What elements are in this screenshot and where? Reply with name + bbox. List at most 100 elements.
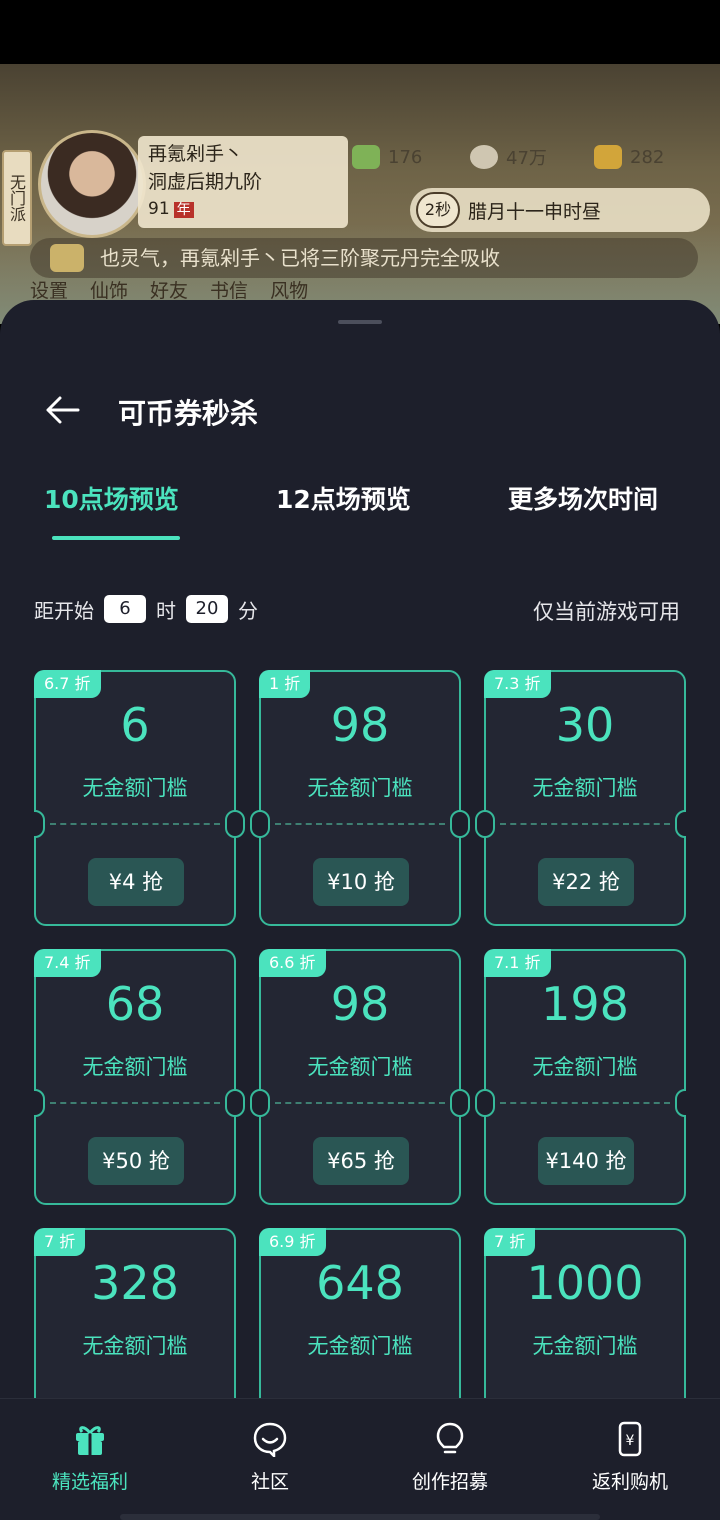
grab-button[interactable]: ¥4 抢 [88,858,184,906]
lightbulb-icon [436,1422,464,1454]
svg-text:¥: ¥ [626,1433,635,1449]
bell-icon [50,244,84,272]
countdown-prefix: 距开始 [34,598,94,623]
player-age-row: 91 年 [148,196,338,223]
coupon-condition: 无金额门槛 [532,776,638,800]
menu-settings[interactable]: 设置 [30,276,68,303]
grab-button[interactable]: ¥22 抢 [538,858,634,906]
leaf-icon [352,145,380,169]
nav-item-community[interactable]: 社区 [190,1421,350,1494]
coupon-card[interactable]: 6.6 折 98 无金额门槛 ¥65 抢 [250,949,470,1205]
nav-label: 精选福利 [51,1471,128,1493]
notice-banner: 也灵气，再氪剁手丶已将三阶聚元丹完全吸收 [30,238,698,278]
grab-button[interactable]: ¥65 抢 [313,1137,409,1185]
grab-button[interactable]: ¥10 抢 [313,858,409,906]
coupon-card[interactable]: 7 折 1000 无金额门槛 [484,1228,686,1400]
tab-10-oclock[interactable]: 10点场预览 [44,480,179,516]
community-icon [253,1422,287,1457]
coupon-grid: 6.7 折 6 无金额门槛 ¥4 抢 1 折 98 无金额门槛 ¥10 抢 7.… [34,670,686,1400]
coupon-condition: 无金额门槛 [82,776,188,800]
ticket-notch [34,810,45,838]
nav-item-creator[interactable]: 创作招募 [370,1421,530,1494]
coupon-amount: 198 [541,977,629,1031]
discount-badge: 7 折 [34,1228,86,1256]
coupon-condition: 无金额门槛 [307,1334,413,1358]
player-age: 91 [148,199,170,219]
bottom-nav: 精选福利 社区 创作招募 ¥ 返利购机 [0,1398,720,1520]
ticket-notch [225,810,245,838]
discount-badge: 7 折 [484,1228,536,1256]
coupon-amount: 68 [105,977,165,1031]
tab-more-times[interactable]: 更多场次时间 [508,480,658,516]
sect-tag[interactable]: 无门派 [2,150,32,246]
game-background: 无门派 再氪剁手丶 洞虚后期九阶 91 年 176 47万 282 2秒 腊月十一… [0,64,720,324]
discount-badge: 6.9 折 [259,1228,326,1256]
ticket-notch [450,810,470,838]
ticket-notch [450,1089,470,1117]
coupon-card[interactable]: 7.1 折 198 无金额门槛 ¥140 抢 [475,949,686,1205]
ticket-divider [500,1102,670,1104]
grab-button[interactable]: ¥140 抢 [538,1137,634,1185]
coupon-condition: 无金额门槛 [307,776,413,800]
player-nameplate[interactable]: 再氪剁手丶 洞虚后期九阶 91 年 [138,136,348,228]
ticket-divider [50,1102,220,1104]
game-time-bar: 2秒 腊月十一申时昼 [410,188,710,232]
ticket-notch [675,810,686,838]
ticket-notch [34,1089,45,1117]
tab-12-oclock[interactable]: 12点场预览 [276,480,411,516]
menu-items[interactable]: 风物 [270,276,308,303]
resource-coins[interactable]: 47万 [470,142,547,172]
coupon-card[interactable]: 6.9 折 648 无金额门槛 [259,1228,461,1400]
coupon-condition: 无金额门槛 [82,1334,188,1358]
coupon-card[interactable]: 1 折 98 无金额门槛 ¥10 抢 [250,670,470,926]
game-time-text: 腊月十一申时昼 [468,200,602,223]
menu-friends[interactable]: 好友 [150,276,188,303]
countdown-hours-unit: 时 [156,598,176,623]
ingot-icon [594,145,622,169]
coupon-condition: 无金额门槛 [532,1055,638,1079]
notice-text: 也灵气，再氪剁手丶已将三阶聚元丹完全吸收 [100,246,500,270]
resource-value: 282 [630,146,665,168]
nav-item-rebate-phone[interactable]: ¥ 返利购机 [550,1421,710,1494]
coupon-card[interactable]: 7.3 折 30 无金额门槛 ¥22 抢 [475,670,686,926]
ticket-divider [275,823,445,825]
age-unit-badge: 年 [173,202,194,218]
coupon-amount: 328 [91,1256,179,1310]
countdown-hours: 6 [104,595,146,623]
resource-spirit-stone[interactable]: 176 [352,142,422,172]
menu-costume[interactable]: 仙饰 [90,276,128,303]
coupon-condition: 无金额门槛 [82,1055,188,1079]
coupon-amount: 6 [120,698,150,752]
sheet-drag-handle[interactable] [338,320,382,324]
discount-badge: 7.1 折 [484,949,551,977]
coupon-card[interactable]: 7.4 折 68 无金额门槛 ¥50 抢 [34,949,245,1205]
nav-item-welfare[interactable]: 精选福利 [10,1421,170,1494]
discount-badge: 7.4 折 [34,949,101,977]
session-tabs: 10点场预览 12点场预览 更多场次时间 [0,480,720,542]
player-name: 再氪剁手丶 [148,143,244,165]
ticket-notch [225,1089,245,1117]
discount-badge: 7.3 折 [484,670,551,698]
resource-value: 176 [388,146,423,168]
sheet-header: 可币券秒杀 [0,384,720,436]
active-tab-indicator [52,536,180,540]
nav-label: 创作招募 [411,1471,488,1493]
coupon-card[interactable]: 7 折 328 无金额门槛 [34,1228,236,1400]
countdown: 距开始 6 时 20 分 [34,594,258,624]
coupon-amount: 30 [555,698,615,752]
timer-badge: 2秒 [416,192,460,228]
grab-button[interactable]: ¥50 抢 [88,1137,184,1185]
player-realm: 洞虚后期九阶 [148,171,263,193]
coupon-card[interactable]: 6.7 折 6 无金额门槛 ¥4 抢 [34,670,245,926]
ticket-notch [475,1089,495,1117]
discount-badge: 6.7 折 [34,670,101,698]
countdown-minutes: 20 [186,595,228,623]
ticket-divider [50,823,220,825]
menu-mail[interactable]: 书信 [210,276,248,303]
back-arrow-icon[interactable] [44,394,80,426]
gift-icon [76,1426,104,1455]
ticket-divider [500,823,670,825]
resource-gold[interactable]: 282 [594,142,664,172]
player-avatar[interactable] [38,130,146,238]
coin-icon [470,145,498,169]
